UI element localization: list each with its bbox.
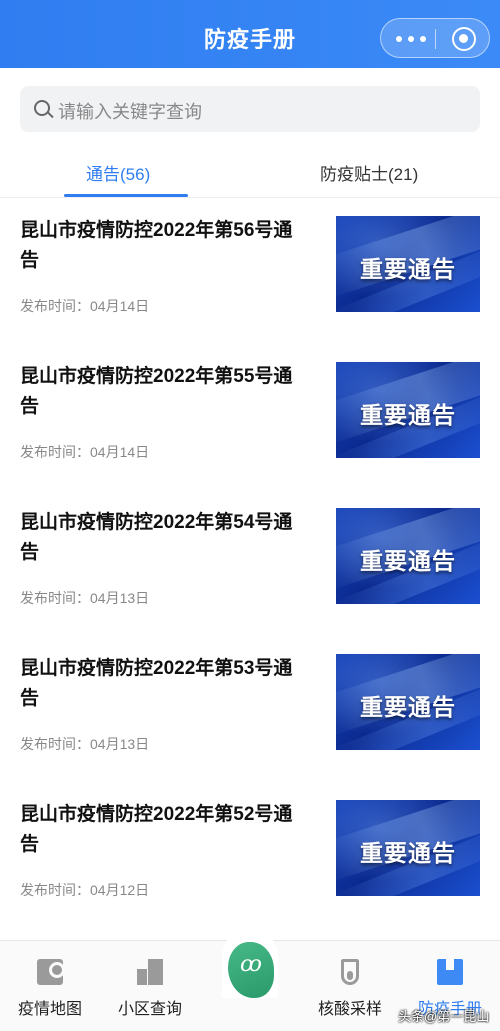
notice-date: 发布时间：04月12日 xyxy=(20,882,150,898)
nav-label: 疫情地图 xyxy=(17,1001,82,1018)
notice-thumbnail: 重要通告 xyxy=(336,216,480,312)
notice-date: 发布时间：04月14日 xyxy=(20,444,150,460)
tab-bar: 通告(56) 防疫贴士(21) xyxy=(0,142,500,198)
notice-thumbnail: 重要通告 xyxy=(336,508,480,604)
notice-title: 昆山市疫情防控2022年第55号通告 xyxy=(20,366,293,417)
notice-date: 发布时间：04月13日 xyxy=(20,590,150,606)
notice-date: 发布时间：04月13日 xyxy=(20,736,150,752)
active-tab-indicator xyxy=(64,194,188,197)
more-dots-icon[interactable] xyxy=(396,34,426,44)
nav-item-nucleic-test[interactable]: 核酸采样 xyxy=(300,941,400,1031)
map-pin-icon xyxy=(37,959,65,985)
thumbnail-text: 重要通告 xyxy=(360,694,456,720)
thumbnail-text: 重要通告 xyxy=(360,402,456,428)
thumbnail-text: 重要通告 xyxy=(360,256,456,282)
thumbnail-text: 重要通告 xyxy=(360,548,456,574)
list-item[interactable]: 昆山市疫情防控2022年第52号通告 发布时间：04月12日 重要通告 xyxy=(0,800,500,946)
logo-mark: ꝏ xyxy=(240,952,262,977)
list-item[interactable]: 昆山市疫情防控2022年第56号通告 发布时间：04月14日 重要通告 xyxy=(0,216,500,362)
kunshan-logo-button[interactable]: ꝏ xyxy=(222,928,278,998)
notice-title: 昆山市疫情防控2022年第56号通告 xyxy=(20,220,293,271)
list-item[interactable]: 昆山市疫情防控2022年第54号通告 发布时间：04月13日 重要通告 xyxy=(0,508,500,654)
list-item[interactable]: 昆山市疫情防控2022年第55号通告 发布时间：04月14日 重要通告 xyxy=(0,362,500,508)
thumbnail-text: 重要通告 xyxy=(360,840,456,866)
test-tube-icon xyxy=(341,959,359,985)
target-close-icon[interactable] xyxy=(452,27,476,51)
notice-thumbnail: 重要通告 xyxy=(336,362,480,458)
tab-notices[interactable]: 通告(56) xyxy=(86,160,150,185)
notice-thumbnail: 重要通告 xyxy=(336,654,480,750)
nav-item-epidemic-map[interactable]: 疫情地图 xyxy=(0,941,100,1031)
notice-title: 昆山市疫情防控2022年第54号通告 xyxy=(20,512,293,563)
nav-item-community-query[interactable]: 小区查询 xyxy=(100,941,200,1031)
building-icon xyxy=(137,959,163,985)
mini-program-capsule xyxy=(380,18,490,58)
notice-title: 昆山市疫情防控2022年第52号通告 xyxy=(20,804,293,855)
book-icon xyxy=(437,959,463,985)
notice-date: 发布时间：04月14日 xyxy=(20,298,150,314)
search-input[interactable]: 请输入关键字查询 xyxy=(20,86,480,132)
search-icon xyxy=(34,100,50,116)
notice-title: 昆山市疫情防控2022年第53号通告 xyxy=(20,658,293,709)
capsule-divider xyxy=(435,29,436,49)
tab-tips[interactable]: 防疫贴士(21) xyxy=(320,160,418,185)
nav-label: 小区查询 xyxy=(117,1001,182,1018)
nav-label: 核酸采样 xyxy=(317,1001,382,1018)
notice-thumbnail: 重要通告 xyxy=(336,800,480,896)
top-header: 防疫手册 xyxy=(0,0,500,68)
list-item[interactable]: 昆山市疫情防控2022年第53号通告 发布时间：04月13日 重要通告 xyxy=(0,654,500,800)
search-placeholder: 请输入关键字查询 xyxy=(58,102,202,122)
watermark: 头条@第一昆山 xyxy=(398,1009,490,1024)
